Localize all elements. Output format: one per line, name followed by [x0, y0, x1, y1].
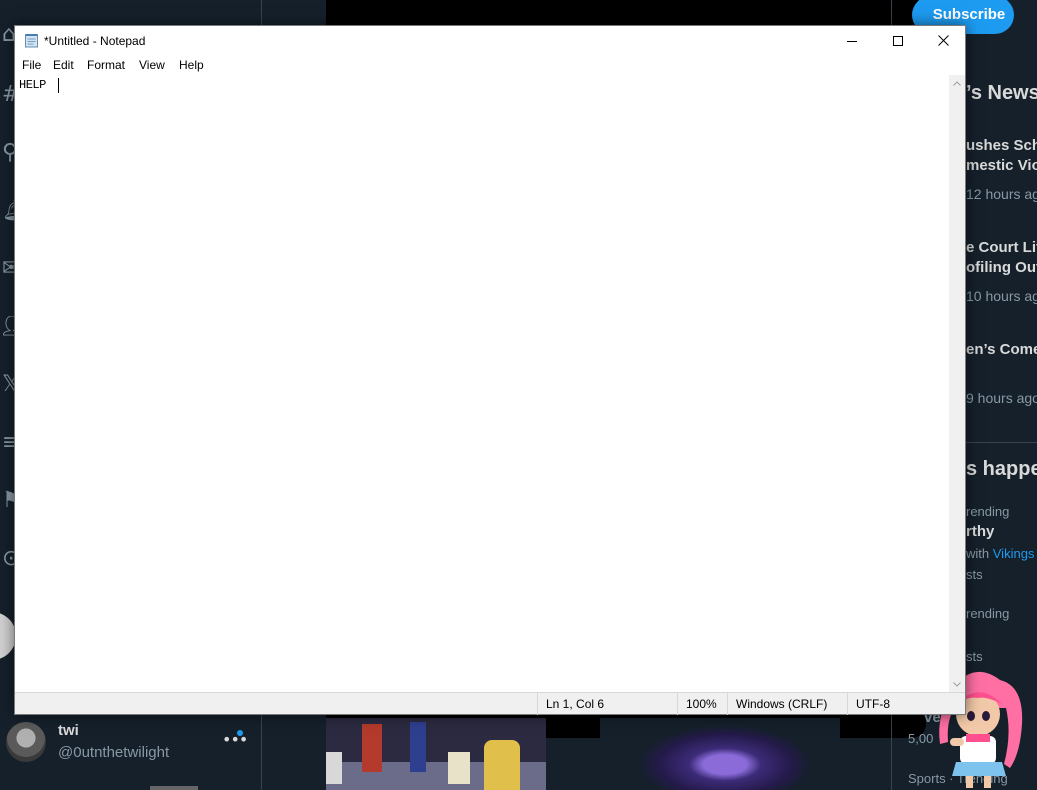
papyrus-sprite — [362, 724, 382, 772]
vertical-scrollbar[interactable] — [949, 75, 965, 692]
trend-link[interactable]: Vikings — [993, 546, 1035, 561]
profile-name: twi — [58, 722, 79, 739]
notification-dot — [237, 730, 243, 736]
maximize-button[interactable] — [875, 26, 921, 55]
trend-count: sts — [966, 649, 983, 664]
zoom-level: 100% — [677, 693, 727, 715]
trend-count: sts — [966, 567, 983, 582]
menu-file[interactable]: File — [22, 58, 41, 72]
more-dots-icon[interactable]: ••• — [222, 730, 248, 749]
title-bar[interactable]: *Untitled - Notepad — [15, 26, 965, 55]
game-screenshot-thumbnail[interactable] — [326, 718, 546, 790]
news-title[interactable]: en’s Come — [966, 341, 1037, 358]
window-title: *Untitled - Notepad — [44, 34, 146, 48]
trend-with-text: with Vikings — [966, 546, 1035, 561]
news-time: 9 hours ago — [966, 390, 1037, 406]
profile-handle: @0utnthetwilight — [58, 744, 170, 761]
document-text: HELP — [19, 78, 53, 92]
news-header: ’s News — [966, 82, 1037, 104]
menu-view[interactable]: View — [139, 58, 165, 72]
menu-edit[interactable]: Edit — [53, 58, 74, 72]
sans-sprite — [326, 752, 342, 784]
close-icon — [937, 35, 949, 46]
trend-title[interactable]: rthy — [966, 523, 994, 540]
menu-format[interactable]: Format — [87, 58, 125, 72]
avatar — [6, 722, 46, 762]
chevron-up-icon — [953, 80, 961, 86]
happening-header: s happe — [966, 458, 1037, 480]
menu-help[interactable]: Help — [179, 58, 204, 72]
horizontal-scrollbar[interactable] — [150, 786, 198, 790]
trend-category: rending — [966, 606, 1010, 621]
minimize-button[interactable] — [829, 26, 875, 55]
news-time: 10 hours ago — [966, 288, 1037, 304]
text-editor[interactable]: HELP — [15, 75, 949, 692]
trend-category: rending — [966, 504, 1010, 519]
minimize-icon — [847, 40, 857, 42]
menu-bar: File Edit Format View Help — [15, 55, 965, 75]
encoding: UTF-8 — [847, 693, 949, 715]
maximize-icon — [893, 35, 903, 46]
text-caret — [58, 78, 59, 93]
nebula-image — [640, 726, 810, 790]
news-title[interactable]: e Court Lif — [966, 239, 1037, 256]
close-button[interactable] — [920, 26, 966, 55]
space-image-thumbnail[interactable] — [600, 718, 840, 790]
notepad-app-icon — [25, 34, 38, 48]
notepad-window: *Untitled - Notepad File Edit Format Vie… — [14, 25, 966, 715]
news-title[interactable]: ofiling Out — [966, 259, 1037, 276]
alphys-sprite — [448, 752, 470, 784]
chevron-down-icon — [953, 681, 961, 687]
account-switcher[interactable]: twi @0utnthetwilight ••• — [0, 712, 262, 772]
status-bar: Ln 1, Col 6 100% Windows (CRLF) UTF-8 — [15, 692, 965, 715]
asgore-sprite — [484, 740, 520, 790]
scroll-up-button[interactable] — [949, 75, 965, 91]
news-title[interactable]: mestic Vio — [966, 157, 1037, 174]
cursor-position: Ln 1, Col 6 — [537, 693, 677, 715]
undyne-sprite — [410, 722, 426, 772]
news-title[interactable]: ushes Sch — [966, 137, 1037, 154]
scroll-down-button[interactable] — [949, 676, 965, 692]
line-ending: Windows (CRLF) — [727, 693, 847, 715]
news-time: 12 hours ago — [966, 186, 1037, 202]
